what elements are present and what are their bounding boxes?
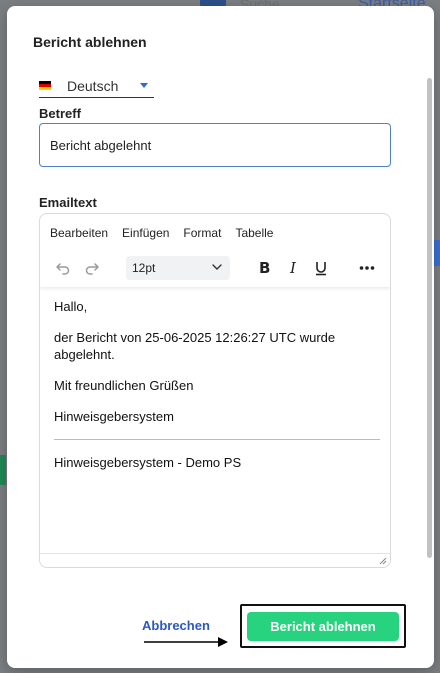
bold-button[interactable]: B — [254, 255, 276, 281]
underline-icon — [316, 262, 326, 276]
background-blue-element — [434, 240, 440, 266]
email-divider — [54, 439, 380, 440]
more-options-button[interactable] — [356, 255, 378, 281]
germany-flag-icon — [39, 81, 51, 90]
svg-text:B: B — [259, 260, 270, 276]
editor-content[interactable]: Hallo, der Bericht von 25-06-2025 12:26:… — [54, 298, 380, 485]
menu-edit[interactable]: Bearbeiten — [50, 226, 108, 240]
subject-input[interactable] — [39, 123, 391, 167]
menu-format[interactable]: Format — [183, 226, 221, 240]
menu-insert[interactable]: Einfügen — [122, 226, 169, 240]
redo-icon — [85, 263, 99, 275]
email-greeting: Hallo, — [54, 299, 88, 314]
email-closing: Mit freundlichen Grüßen — [54, 378, 194, 393]
language-select-value: Deutsch — [67, 77, 119, 94]
reject-report-button[interactable]: Bericht ablehnen — [247, 612, 399, 641]
editor-toolbar: 12pt B I — [40, 251, 390, 287]
font-size-select[interactable]: 12pt — [126, 256, 230, 280]
undo-icon — [56, 263, 70, 275]
font-size-value: 12pt — [132, 261, 156, 275]
italic-icon: I — [289, 260, 297, 276]
email-rich-text-editor: Bearbeiten Einfügen Format Tabelle 12pt — [39, 213, 391, 568]
subject-label: Betreff — [39, 106, 81, 121]
dialog-scrollbar[interactable] — [427, 78, 432, 558]
email-signature: Hinweisgebersystem — [54, 409, 174, 424]
reject-report-dialog: Bericht ablehnen Deutsch Betreff Emailte… — [7, 6, 434, 668]
undo-button[interactable] — [52, 255, 74, 281]
editor-statusbar — [40, 553, 390, 567]
editor-menubar: Bearbeiten Einfügen Format Tabelle — [50, 226, 287, 240]
language-select[interactable]: Deutsch — [39, 74, 154, 98]
arrow-right-icon — [144, 637, 228, 647]
dialog-title: Bericht ablehnen — [33, 34, 147, 50]
more-horizontal-icon — [359, 266, 375, 270]
cancel-button[interactable]: Abbrechen — [142, 618, 210, 633]
caret-down-icon — [140, 83, 148, 88]
email-text-label: Emailtext — [39, 195, 97, 210]
menu-table[interactable]: Tabelle — [235, 226, 273, 240]
italic-button[interactable]: I — [283, 255, 305, 281]
email-footer: Hinweisgebersystem - Demo PS — [54, 455, 242, 470]
bold-icon: B — [259, 260, 270, 276]
svg-text:I: I — [289, 260, 297, 276]
email-message: der Bericht von 25-06-2025 12:26:27 UTC … — [54, 330, 336, 362]
redo-button[interactable] — [81, 255, 103, 281]
chevron-down-icon — [212, 264, 222, 270]
background-green-element — [0, 455, 6, 485]
resize-handle-icon[interactable] — [379, 557, 387, 565]
underline-button[interactable] — [310, 255, 332, 281]
